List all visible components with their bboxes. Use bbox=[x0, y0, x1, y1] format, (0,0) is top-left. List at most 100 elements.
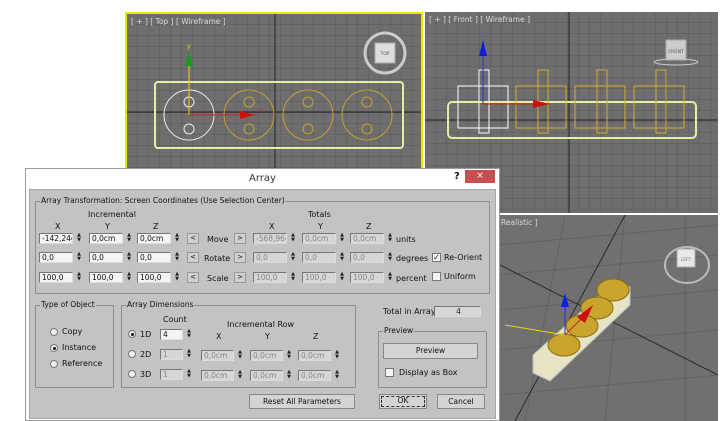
move-unit-label: units bbox=[396, 235, 416, 244]
svg-text:y: y bbox=[187, 43, 191, 50]
uniform-checkbox[interactable] bbox=[432, 272, 441, 281]
move-total-x-field: -568,96c bbox=[253, 233, 287, 244]
viewport-top[interactable]: y x TOP [ + ] [ Top ] [ Wireframe ] bbox=[125, 12, 423, 168]
scale-left-arrow-button[interactable]: < bbox=[187, 272, 199, 283]
1d-radio[interactable] bbox=[128, 330, 136, 338]
close-button[interactable]: × bbox=[465, 170, 495, 183]
rotate-right-arrow-button[interactable]: > bbox=[234, 252, 246, 263]
rotate-left-arrow-button[interactable]: < bbox=[187, 252, 199, 263]
axis-header: Z bbox=[313, 332, 319, 341]
1d-count-field[interactable]: 4 bbox=[160, 329, 183, 340]
3d-incremental-x-field: 0,0cm bbox=[201, 370, 234, 381]
spinner-arrows-icon[interactable]: ▲ ▼ bbox=[339, 252, 345, 263]
2d-incremental-z-field: 0,0cm bbox=[298, 350, 331, 361]
spinner-arrows-icon[interactable]: ▲ ▼ bbox=[76, 233, 82, 244]
re-orient-checkbox[interactable]: ✓ bbox=[432, 253, 441, 262]
move-right-arrow-button[interactable]: > bbox=[234, 233, 246, 244]
copy-label: Copy bbox=[62, 327, 83, 336]
reference-radio[interactable] bbox=[50, 360, 58, 368]
spinner-arrows-icon[interactable]: ▲ ▼ bbox=[186, 349, 192, 360]
spinner-arrows-icon[interactable]: ▲ ▼ bbox=[286, 350, 292, 361]
spinner-arrows-icon[interactable]: ▲ ▼ bbox=[174, 272, 180, 283]
scale-total-y-field: 100,0 bbox=[302, 272, 336, 283]
viewport-label[interactable]: [ + ] [ Front ] [ Wireframe ] bbox=[429, 15, 530, 24]
rotate-incremental-z-field[interactable]: 0,0 bbox=[137, 252, 171, 263]
spinner-arrows-icon[interactable]: ▲ ▼ bbox=[186, 329, 192, 340]
move-incremental-x-field[interactable]: -142,24c bbox=[39, 233, 73, 244]
spinner-arrows-icon[interactable]: ▲ ▼ bbox=[290, 272, 296, 283]
2d-label: 2D bbox=[140, 350, 152, 359]
spinner-arrows-icon[interactable]: ▲ ▼ bbox=[126, 233, 132, 244]
scale-unit-label: percent bbox=[396, 274, 427, 283]
reset-all-parameters-button[interactable]: Reset All Parameters bbox=[249, 394, 355, 409]
spinner-arrows-icon[interactable]: ▲ ▼ bbox=[174, 252, 180, 263]
display-as-box-label: Display as Box bbox=[399, 368, 458, 377]
group-label: Array Transformation: Screen Coordinates… bbox=[40, 196, 286, 205]
group-label: Preview bbox=[383, 326, 415, 335]
axis-header: Z bbox=[366, 222, 372, 231]
viewport-label[interactable]: [ + ] [ Top ] [ Wireframe ] bbox=[131, 17, 226, 26]
axis-header: X bbox=[269, 222, 275, 231]
cancel-button[interactable]: Cancel bbox=[437, 394, 485, 409]
3d-incremental-y-field: 0,0cm bbox=[250, 370, 283, 381]
rotate-incremental-y-field[interactable]: 0,0 bbox=[89, 252, 123, 263]
spinner-arrows-icon[interactable]: ▲ ▼ bbox=[290, 233, 296, 244]
spinner-arrows-icon[interactable]: ▲ ▼ bbox=[387, 233, 393, 244]
svg-text:x: x bbox=[259, 107, 263, 114]
scale-incremental-z-field[interactable]: 100,0 bbox=[137, 272, 171, 283]
viewcube-top-label: TOP bbox=[379, 51, 389, 57]
spinner-arrows-icon[interactable]: ▲ ▼ bbox=[286, 370, 292, 381]
scale-total-z-field: 100,0 bbox=[350, 272, 384, 283]
spinner-arrows-icon[interactable]: ▲ ▼ bbox=[186, 369, 192, 380]
copy-radio[interactable] bbox=[50, 328, 58, 336]
rotate-total-x-field: 0,0 bbox=[253, 252, 287, 263]
spinner-arrows-icon[interactable]: ▲ ▼ bbox=[339, 272, 345, 283]
3d-radio[interactable] bbox=[128, 370, 136, 378]
spinner-arrows-icon[interactable]: ▲ ▼ bbox=[174, 233, 180, 244]
2d-radio[interactable] bbox=[128, 350, 136, 358]
uniform-label: Uniform bbox=[444, 272, 476, 281]
spinner-arrows-icon[interactable]: ▲ ▼ bbox=[126, 272, 132, 283]
axis-header: X bbox=[216, 332, 222, 341]
dialog-title: Array bbox=[249, 173, 276, 184]
move-left-arrow-button[interactable]: < bbox=[187, 233, 199, 244]
help-button[interactable]: ? bbox=[454, 171, 460, 182]
spinner-arrows-icon[interactable]: ▲ ▼ bbox=[126, 252, 132, 263]
instance-label: Instance bbox=[62, 343, 97, 352]
scale-right-arrow-button[interactable]: > bbox=[234, 272, 246, 283]
instance-radio[interactable] bbox=[50, 344, 58, 352]
display-as-box-checkbox[interactable] bbox=[385, 368, 394, 377]
incremental-header: Incremental bbox=[88, 210, 136, 219]
spinner-arrows-icon[interactable]: ▲ ▼ bbox=[387, 252, 393, 263]
axis-header: Y bbox=[265, 332, 270, 341]
spinner-arrows-icon[interactable]: ▲ ▼ bbox=[237, 370, 243, 381]
spinner-arrows-icon[interactable]: ▲ ▼ bbox=[334, 370, 340, 381]
dialog-body: Array Transformation: Screen Coordinates… bbox=[29, 189, 496, 419]
3d-label: 3D bbox=[140, 370, 152, 379]
spinner-arrows-icon[interactable]: ▲ ▼ bbox=[387, 272, 393, 283]
rotate-incremental-x-field[interactable]: 0,0 bbox=[39, 252, 73, 263]
2d-incremental-y-field: 0,0cm bbox=[250, 350, 283, 361]
axis-header: Y bbox=[105, 222, 110, 231]
spinner-arrows-icon[interactable]: ▲ ▼ bbox=[76, 272, 82, 283]
move-incremental-z-field[interactable]: 0,0cm bbox=[137, 233, 171, 244]
1d-label: 1D bbox=[140, 330, 152, 339]
totals-header: Totals bbox=[308, 210, 331, 219]
preview-button[interactable]: Preview bbox=[383, 343, 478, 359]
viewport-label[interactable]: Realistic ] bbox=[501, 218, 538, 227]
scale-total-x-field: 100,0 bbox=[253, 272, 287, 283]
top-viewport-scene: y x TOP bbox=[127, 14, 421, 168]
spinner-arrows-icon[interactable]: ▲ ▼ bbox=[76, 252, 82, 263]
svg-text:z: z bbox=[481, 32, 484, 39]
group-label: Type of Object bbox=[40, 300, 96, 309]
spinner-arrows-icon[interactable]: ▲ ▼ bbox=[339, 233, 345, 244]
spinner-arrows-icon[interactable]: ▲ ▼ bbox=[290, 252, 296, 263]
spinner-arrows-icon[interactable]: ▲ ▼ bbox=[334, 350, 340, 361]
reference-label: Reference bbox=[62, 359, 103, 368]
array-dialog: Array ? × Array Transformation: Screen C… bbox=[25, 168, 500, 421]
scale-incremental-x-field[interactable]: 100,0 bbox=[39, 272, 73, 283]
move-incremental-y-field[interactable]: 0,0cm bbox=[89, 233, 123, 244]
scale-incremental-y-field[interactable]: 100,0 bbox=[89, 272, 123, 283]
spinner-arrows-icon[interactable]: ▲ ▼ bbox=[237, 350, 243, 361]
ok-button[interactable]: OK bbox=[379, 394, 427, 409]
